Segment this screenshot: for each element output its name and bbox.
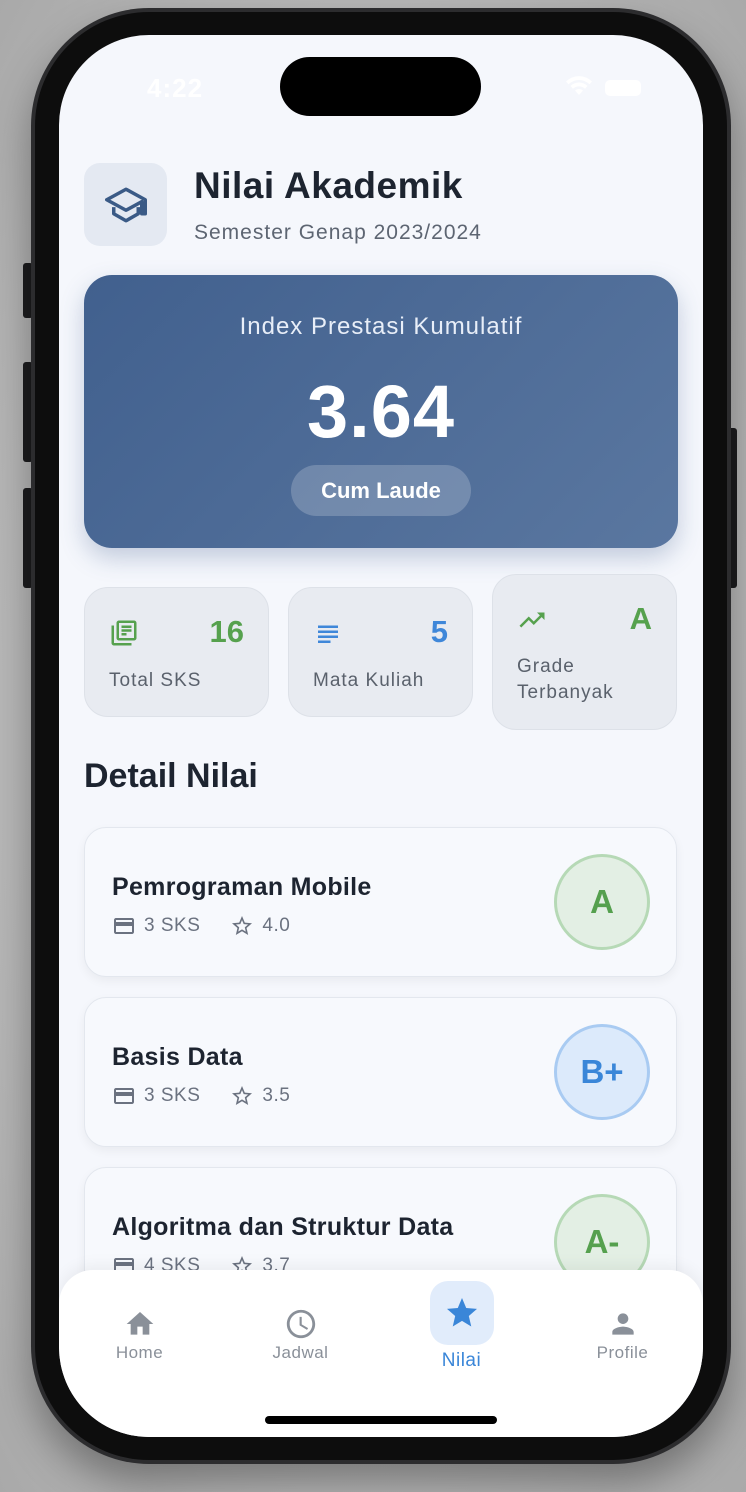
credit-card-icon bbox=[114, 918, 134, 934]
ipk-card: Index Prestasi Kumulatif 3.64 Cum Laude bbox=[84, 275, 678, 548]
section-title: Detail Nilai bbox=[84, 757, 258, 795]
nav-item-nilai[interactable]: Nilai bbox=[381, 1270, 542, 1390]
star-outline-icon bbox=[232, 1086, 253, 1105]
star-icon bbox=[429, 1281, 494, 1345]
nav-label: Profile bbox=[596, 1343, 649, 1362]
wifi-icon bbox=[566, 76, 592, 95]
stat-label: Grade Terbanyak bbox=[517, 656, 614, 703]
stat-label: Mata Kuliah bbox=[313, 670, 425, 691]
course-meta: 3 SKS 4.0 bbox=[112, 914, 320, 938]
grade-badge: A bbox=[554, 854, 650, 950]
stat-value: A bbox=[629, 601, 652, 636]
nav-item-jadwal[interactable]: Jadwal bbox=[220, 1270, 381, 1390]
course-name: Algoritma dan Struktur Data bbox=[112, 1213, 454, 1241]
course-name: Pemrograman Mobile bbox=[112, 873, 372, 901]
nav-label: Nilai bbox=[441, 1350, 482, 1371]
stat-mata-kuliah: 5 Mata Kuliah bbox=[288, 587, 473, 717]
nav-label: Jadwal bbox=[272, 1343, 329, 1362]
list-icon bbox=[318, 625, 338, 643]
course-score: 4.0 bbox=[262, 915, 291, 936]
graduation-cap-icon bbox=[84, 163, 167, 246]
course-card[interactable]: Pemrograman Mobile 3 SKS 4.0 A bbox=[84, 827, 677, 977]
stat-label: Total SKS bbox=[109, 670, 202, 691]
library-books-icon bbox=[111, 620, 137, 646]
nav-label: Home bbox=[115, 1343, 164, 1362]
battery-icon bbox=[605, 80, 641, 96]
course-sks: 3 SKS bbox=[144, 915, 201, 936]
page-header: Nilai Akademik Semester Genap 2023/2024 bbox=[84, 163, 684, 253]
nav-item-profile[interactable]: Profile bbox=[542, 1270, 703, 1390]
stat-total-sks: 16 Total SKS bbox=[84, 587, 269, 717]
stat-value: 5 bbox=[430, 614, 448, 649]
status-time: 4:22 bbox=[147, 73, 204, 103]
stat-grade-terbanyak: A Grade Terbanyak bbox=[492, 574, 677, 730]
app-screen: 4:22 Nilai Akademik Semester Genap 2023/… bbox=[59, 35, 703, 1437]
bottom-nav: Home Jadwal Nilai Profile bbox=[59, 1270, 703, 1437]
course-card[interactable]: Basis Data 3 SKS 3.5 B+ bbox=[84, 997, 677, 1147]
grade-badge: B+ bbox=[554, 1024, 650, 1120]
ipk-value: 3.64 bbox=[306, 370, 456, 453]
course-meta: 3 SKS 3.5 bbox=[112, 1084, 320, 1108]
trending-up-icon bbox=[519, 612, 545, 628]
page-title: Nilai Akademik bbox=[194, 165, 463, 206]
course-score: 3.5 bbox=[262, 1085, 291, 1106]
page-subtitle: Semester Genap 2023/2024 bbox=[194, 221, 482, 244]
course-name: Basis Data bbox=[112, 1043, 243, 1071]
dynamic-island bbox=[280, 57, 481, 116]
ipk-badge: Cum Laude bbox=[291, 465, 471, 516]
star-outline-icon bbox=[232, 916, 253, 935]
nav-item-home[interactable]: Home bbox=[59, 1270, 220, 1390]
status-bar: 4:22 bbox=[59, 35, 703, 135]
course-sks: 3 SKS bbox=[144, 1085, 201, 1106]
credit-card-icon bbox=[114, 1088, 134, 1104]
ipk-label: Index Prestasi Kumulatif bbox=[239, 313, 523, 340]
home-indicator[interactable] bbox=[265, 1416, 497, 1424]
stat-value: 16 bbox=[209, 614, 244, 649]
